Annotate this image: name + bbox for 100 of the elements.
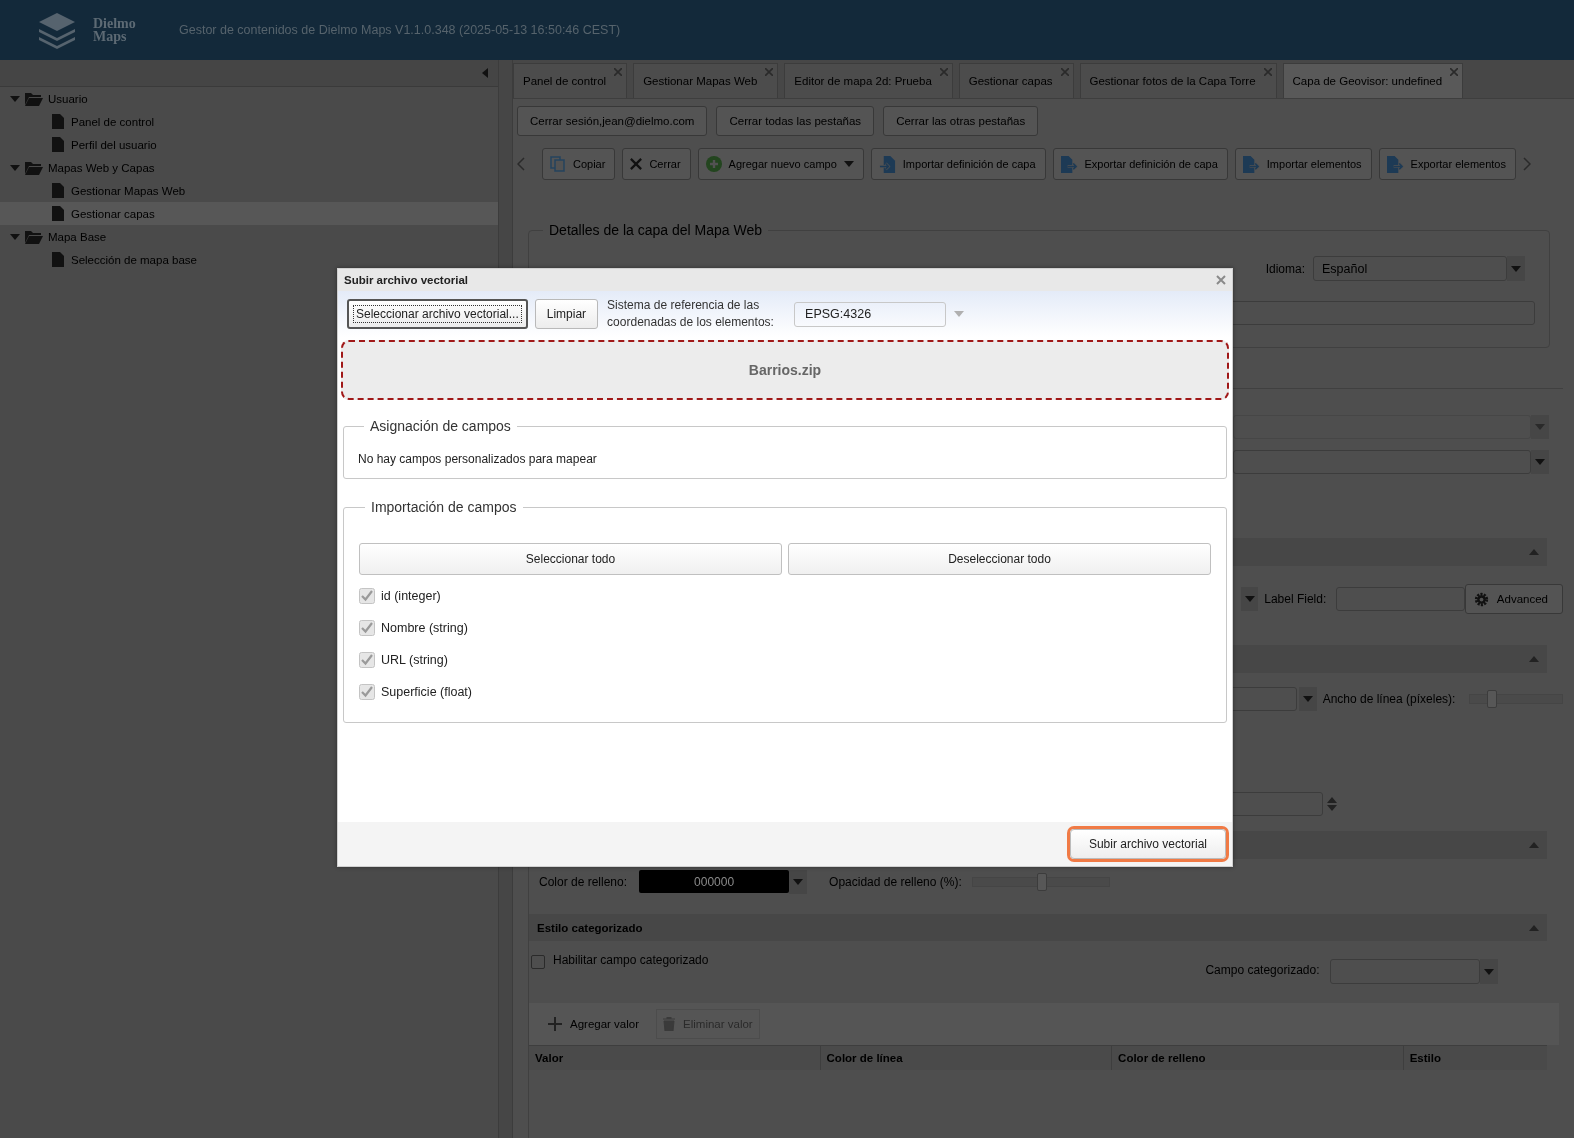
dropdown[interactable] [1233,450,1549,474]
toolbar-button[interactable]: Importar elementos [1234,148,1372,180]
dropdown[interactable] [1233,415,1549,439]
dropdown-button[interactable] [789,869,808,894]
document-arrow-icon [878,155,896,173]
file-drop-zone[interactable]: Barrios.zip [341,340,1229,400]
session-button[interactable]: Cerrar sesión,jean@dielmo.com [517,106,708,136]
add-icon [705,156,722,172]
scroll-left-icon[interactable] [517,157,525,171]
checkbox[interactable] [531,955,545,969]
close-icon[interactable] [939,68,948,76]
section-header[interactable]: Estilo categorizado [529,914,1547,941]
label-field-label: Label Field: [1264,592,1327,606]
tree-item[interactable]: Mapa Base [48,230,107,243]
close-icon[interactable] [1216,275,1226,285]
tree-item-row[interactable]: Selección de mapa base [0,248,498,271]
tree-item-label: Gestionar capas [71,207,155,220]
document-icon [52,183,64,198]
caret-icon [954,311,965,317]
category-field-label: Campo categorizado: [1205,963,1320,977]
caret-icon [793,878,804,885]
close-icon[interactable] [614,68,623,76]
collapse-arrow-icon[interactable] [482,68,488,78]
dropdown-button[interactable] [1241,587,1259,611]
fill-color-label: Color de relleno: [539,874,628,889]
tab[interactable]: Gestionar capas [958,63,1074,98]
toolbar-button[interactable]: Importar definición de capa [870,148,1046,180]
close-icon [630,158,643,170]
expand-arrow-icon[interactable] [10,231,20,242]
fill-color-field[interactable]: 000000 [639,870,790,893]
toolbar-button[interactable]: Copiar [542,148,616,180]
clear-button[interactable]: Limpiar [534,299,599,329]
tab[interactable]: Gestionar fotos de la Capa Torre [1079,63,1277,98]
collapse-icon[interactable] [1529,549,1539,555]
plus-icon [548,1017,562,1031]
tree-item-row[interactable]: Gestionar Mapas Web [0,179,498,202]
session-button[interactable]: Cerrar las otras pestañas [883,106,1039,136]
tree-item-row[interactable]: Panel de control [0,110,498,133]
toolbar-button[interactable]: Agregar nuevo campo [697,148,864,180]
add-value-button[interactable]: Agregar valor [541,1009,647,1039]
dropdown-button[interactable] [1298,687,1317,711]
collapse-icon[interactable] [1529,924,1539,931]
tab[interactable]: Editor de mapa 2d: Prueba [784,63,953,98]
tree-item[interactable]: Mapas Web y Capas [48,161,155,174]
tree-item[interactable]: Usuario [48,92,88,105]
tab[interactable]: Gestionar Mapas Web [633,63,779,98]
document-arrow-icon [1386,155,1404,173]
tab[interactable]: Capa de Geovisor: undefined [1282,63,1464,98]
line-width-label: Ancho de línea (píxeles): [1322,692,1456,706]
tree-item-row[interactable]: Gestionar capas [0,202,498,225]
select-file-button[interactable]: Seleccionar archivo vectorial... [347,299,528,329]
slider-thumb[interactable] [1036,872,1047,891]
slider-thumb[interactable] [1486,690,1497,708]
caret-icon [1535,459,1545,465]
spinner-icon[interactable] [1327,797,1337,811]
select-all-button[interactable]: Seleccionar todo [359,543,782,575]
expand-arrow-icon[interactable] [10,162,20,173]
tab[interactable]: Panel de control [513,63,628,98]
column-header[interactable]: Estilo [1403,1046,1547,1070]
app-title: Gestor de contenidos de Dielmo Maps V1.1.0.348 (2025-05-13 16:50:46 CEST) [179,23,621,37]
tree-item-label: Perfil del usuario [71,138,157,151]
language-label: Idioma: [1265,261,1305,276]
collapse-icon[interactable] [1529,656,1539,662]
logo-text: Maps [93,30,128,43]
close-icon[interactable] [1263,68,1272,76]
fill-opacity-label: Opacidad de relleno (%): [829,874,962,889]
field-label: id (integer) [381,589,441,603]
crs-label: Sistema de referencia de las coordenadas de los elementos: [607,297,775,331]
logo-text: Dielmo [93,17,136,30]
tree-item-row[interactable]: Perfil del usuario [0,133,498,156]
folder-icon [25,91,43,106]
scroll-right-icon[interactable] [1522,157,1531,171]
session-button[interactable]: Cerrar todas las pestañas [716,106,875,136]
expand-arrow-icon[interactable] [10,93,20,104]
close-icon[interactable] [765,68,774,76]
tree-item-label: Selección de mapa base [71,253,197,266]
folder-icon [25,229,43,244]
column-header[interactable]: Color de relleno [1112,1046,1404,1070]
toolbar-button[interactable]: Exportar elementos [1378,148,1516,180]
close-icon[interactable] [1060,68,1069,76]
folder-icon [25,160,43,175]
toolbar-button[interactable]: Cerrar [622,148,691,180]
caret-icon [1535,424,1545,430]
dialog-title: Subir archivo vectorial [344,274,468,286]
advanced-button[interactable]: Advanced [1464,584,1563,614]
label-field-input[interactable] [1336,587,1465,611]
document-arrow-icon [1060,155,1078,173]
trash-icon [663,1017,676,1031]
collapse-icon[interactable] [1529,842,1539,848]
file-name: Barrios.zip [748,362,822,378]
toolbar-button[interactable]: Exportar definición de capa [1052,148,1228,180]
checkbox-label: Habilitar campo categorizado [553,953,709,967]
field-label: Nombre (string) [381,621,468,635]
category-dropdown[interactable] [1329,959,1498,984]
close-icon[interactable] [1450,68,1459,76]
document-icon [52,206,64,221]
deselect-all-button[interactable]: Deseleccionar todo [788,543,1211,575]
column-header[interactable]: Color de línea [820,1046,1113,1070]
column-header[interactable]: Valor [529,1046,821,1070]
upload-button[interactable]: Subir archivo vectorial [1069,829,1226,859]
